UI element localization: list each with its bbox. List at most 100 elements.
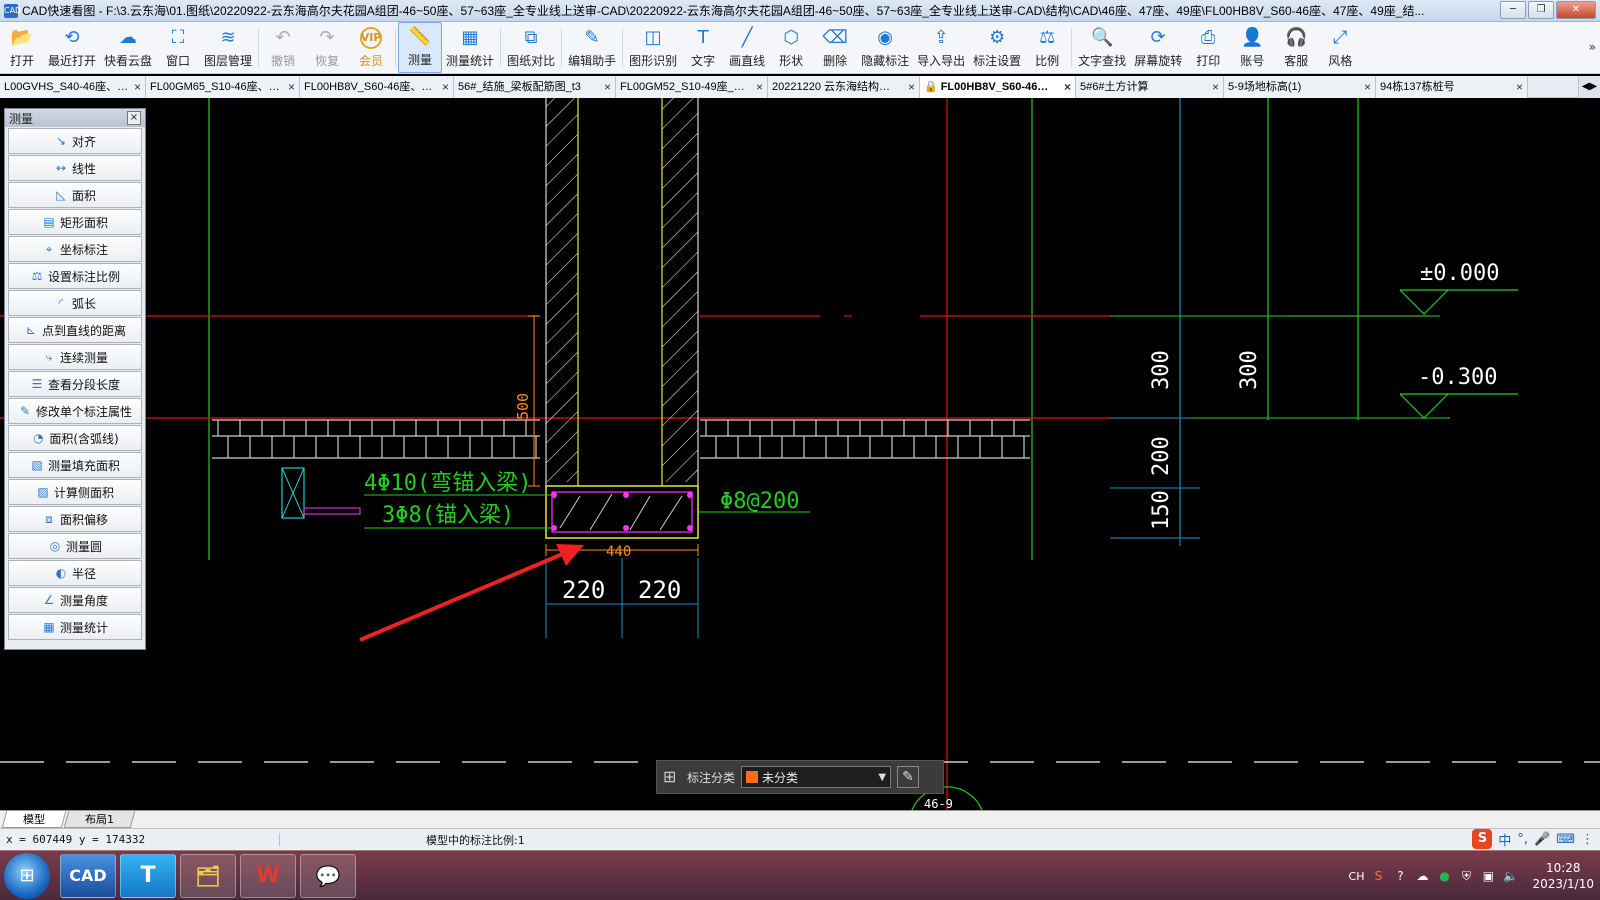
close-tab-icon[interactable]: ×: [1212, 76, 1219, 98]
close-tab-icon[interactable]: ×: [288, 76, 295, 98]
toolbar-account-button[interactable]: 👤 账号: [1230, 22, 1274, 73]
measure-item-segment-length[interactable]: ☰ 查看分段长度: [8, 371, 142, 397]
grid-view-icon[interactable]: ⊞: [663, 768, 681, 786]
document-tab[interactable]: 5#6#土方计算 ×: [1076, 76, 1224, 98]
measure-item-point-line-distance[interactable]: ⊾ 点到直线的距离: [8, 317, 142, 343]
measure-item-coordinate[interactable]: ⌖ 坐标标注: [8, 236, 142, 262]
toolbar-history-button[interactable]: ⟲ 最近打开: [44, 22, 100, 73]
toolbar-scale-button[interactable]: ⚖ 比例: [1025, 22, 1069, 73]
toolbar-annotation-settings-button[interactable]: ⚙ 标注设置: [969, 22, 1025, 73]
toolbar-edit-assistant-button[interactable]: ✎ 编辑助手: [564, 22, 620, 73]
taskbar-wps-app[interactable]: W: [240, 853, 296, 898]
measure-item-arc-length[interactable]: ◜ 弧长: [8, 290, 142, 316]
tray-language[interactable]: CH: [1349, 870, 1365, 883]
layout-tab-model[interactable]: 模型: [1, 811, 67, 828]
ime-chinese-mode[interactable]: 中: [1498, 830, 1511, 849]
document-tab[interactable]: 🔒 FL00HB8V_S60-46… ×: [920, 76, 1076, 98]
start-button[interactable]: ⊞: [4, 852, 50, 899]
annotation-category-select[interactable]: 未分类 ▼: [741, 766, 892, 788]
measure-item-area-measure[interactable]: ◺ 面积: [8, 182, 142, 208]
toolbar-print-button[interactable]: ⎙ 打印: [1186, 22, 1230, 73]
close-tab-icon[interactable]: ×: [1364, 76, 1371, 98]
document-tab[interactable]: 5-9场地标高(1) ×: [1224, 76, 1376, 98]
toolbar-shape-recognize-button[interactable]: ◫ 图形识别: [625, 22, 681, 73]
close-tab-icon[interactable]: ×: [1064, 76, 1071, 98]
layout-tab-layout1[interactable]: 布局1: [63, 811, 136, 828]
taskbar-file-explorer-app[interactable]: 🗂: [180, 853, 236, 898]
tab-scroll-buttons[interactable]: ◀▶: [1578, 76, 1600, 98]
minimize-button[interactable]: ─: [1500, 1, 1526, 19]
tray-network-icon[interactable]: ▣: [1480, 868, 1496, 884]
toolbar-undo-button[interactable]: ↶ 撤销: [261, 22, 305, 73]
taskbar-clock[interactable]: 10:28 2023/1/10: [1532, 860, 1594, 892]
restore-button[interactable]: ❐: [1528, 1, 1554, 19]
toolbar-style-button[interactable]: ⤢ 风格: [1318, 22, 1362, 73]
measure-item-edit-annotation[interactable]: ✎ 修改单个标注属性: [8, 398, 142, 424]
sogou-ime-icon[interactable]: S: [1472, 829, 1493, 849]
toolbar-measure-button[interactable]: 📏 测量: [398, 22, 443, 73]
measure-item-arc-area[interactable]: ◔ 面积(含弧线): [8, 425, 142, 451]
tray-help-icon[interactable]: ?: [1392, 868, 1408, 884]
document-tab[interactable]: 56#_结施_梁板配筋图_t3 ×: [454, 76, 616, 98]
document-tab[interactable]: 20221220 云东海结构… ×: [768, 76, 920, 98]
close-tab-icon[interactable]: ×: [756, 76, 763, 98]
close-tab-icon[interactable]: ×: [908, 76, 915, 98]
close-tab-icon[interactable]: ×: [442, 76, 449, 98]
taskbar-t-app[interactable]: T: [120, 853, 176, 898]
toolbar-rotate-screen-button[interactable]: ⟳ 屏幕旋转: [1130, 22, 1186, 73]
toolbar-redo-button[interactable]: ↷ 恢复: [305, 22, 349, 73]
toolbar-vip-button[interactable]: VIP 会员: [349, 22, 393, 73]
measure-item-radius[interactable]: ◐ 半径: [8, 560, 142, 586]
measure-panel-close-button[interactable]: ×: [127, 111, 141, 125]
close-tab-icon[interactable]: ×: [1516, 76, 1523, 98]
edit-category-icon[interactable]: ✎: [897, 766, 920, 788]
tray-sogou-icon[interactable]: S: [1370, 868, 1386, 884]
measure-item-side-area[interactable]: ▨ 计算侧面积: [8, 479, 142, 505]
document-tab[interactable]: L00GVHS_S40-46座、… ×: [0, 76, 146, 98]
toolbar-line-button[interactable]: ╱ 画直线: [725, 22, 769, 73]
measure-item-circle-measure[interactable]: ◎ 测量圆: [8, 533, 142, 559]
toolbar-headset-button[interactable]: 🎧 客服: [1274, 22, 1318, 73]
close-tab-icon[interactable]: ×: [134, 76, 141, 98]
toolbar-text-button[interactable]: T 文字: [681, 22, 725, 73]
ime-punctuation-icon[interactable]: °,: [1517, 832, 1528, 847]
document-tab[interactable]: 94栋137栋桩号 ×: [1376, 76, 1528, 98]
tray-wechat-icon[interactable]: ●: [1436, 868, 1452, 884]
tray-cloud-icon[interactable]: ☁: [1414, 868, 1430, 884]
tray-volume-icon[interactable]: 🔈: [1502, 868, 1518, 884]
close-button[interactable]: ✕: [1556, 1, 1596, 19]
toolbar-measure-stats-button[interactable]: ▦ 测量统计: [442, 22, 498, 73]
measure-item-angle-measure[interactable]: ∠ 测量角度: [8, 587, 142, 613]
taskbar-wechat-app[interactable]: 💬: [300, 853, 356, 898]
toolbar-window-button[interactable]: ⛶ 窗口: [156, 22, 200, 73]
toolbar-compare-button[interactable]: ⧉ 图纸对比: [503, 22, 559, 73]
toolbar-layers-button[interactable]: ≋ 图层管理: [200, 22, 256, 73]
close-tab-icon[interactable]: ×: [604, 76, 611, 98]
measure-item-fill-area[interactable]: ▧ 测量填充面积: [8, 452, 142, 478]
toolbar-cloud-button[interactable]: ☁ 快看云盘: [100, 22, 156, 73]
measure-item-continuous-measure[interactable]: ⤷ 连续测量: [8, 344, 142, 370]
toolbar-import-export-button[interactable]: ⇪ 导入导出: [913, 22, 969, 73]
tray-shield-icon[interactable]: ⛨: [1458, 868, 1474, 884]
toolbar-more-button[interactable]: »: [1589, 40, 1596, 54]
chevron-down-icon[interactable]: ▼: [878, 772, 886, 783]
measure-item-area-offset[interactable]: ⧈ 面积偏移: [8, 506, 142, 532]
ime-mic-icon[interactable]: 🎤: [1534, 832, 1550, 847]
ime-keyboard-icon[interactable]: ⌨: [1556, 832, 1575, 847]
toolbar-folder-open-button[interactable]: 📂 打开: [0, 22, 44, 73]
measure-item-measure-stats[interactable]: ▦ 测量统计: [8, 614, 142, 640]
taskbar-cad-app[interactable]: CAD: [60, 853, 116, 898]
drawing-canvas[interactable]: ±0.000 -0.300 300 300 200 150 500 440 22…: [0, 98, 1600, 810]
ime-menu-icon[interactable]: ⋮: [1581, 832, 1594, 847]
measure-item-linear-measure[interactable]: ↔ 线性: [8, 155, 142, 181]
toolbar-text-search-button[interactable]: 🔍 文字查找: [1074, 22, 1130, 73]
document-tab[interactable]: FL00HB8V_S60-46座、… ×: [300, 76, 454, 98]
measure-item-rect-area[interactable]: ▤ 矩形面积: [8, 209, 142, 235]
document-tab[interactable]: FL00GM65_S10-46座、… ×: [146, 76, 300, 98]
measure-item-set-scale[interactable]: ⚖ 设置标注比例: [8, 263, 142, 289]
measure-item-align-measure[interactable]: ↘ 对齐: [8, 128, 142, 154]
document-tab[interactable]: FL00GM52_S10-49座_… ×: [616, 76, 768, 98]
toolbar-eraser-button[interactable]: ⌫ 删除: [813, 22, 857, 73]
toolbar-shape-button[interactable]: ⬡ 形状: [769, 22, 813, 73]
toolbar-eye-hide-button[interactable]: ◉ 隐藏标注: [857, 22, 913, 73]
